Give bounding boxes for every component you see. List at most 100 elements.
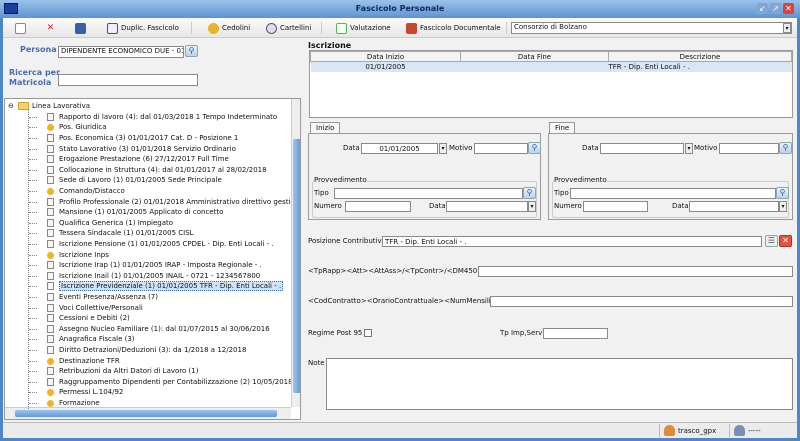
tree-item-label: Pos. Economica (3) 01/01/2017 Cat. D - P… — [59, 133, 238, 143]
user-info-icon — [734, 425, 745, 436]
scroll-thumb[interactable] — [293, 139, 301, 393]
codcontratto-label: <CodContratto><OrarioContrattuale><NumMe… — [308, 297, 504, 305]
document-icon — [47, 198, 54, 206]
save-button[interactable] — [75, 21, 86, 35]
numero-input[interactable] — [583, 201, 648, 212]
tree-line — [28, 109, 29, 409]
duplic-label: Duplic. Fascicolo — [121, 21, 179, 35]
document-icon — [47, 346, 54, 354]
posizione-list-button[interactable]: ☰ — [765, 235, 778, 247]
tree-connector — [29, 127, 37, 128]
delete-icon: ✕ — [45, 23, 56, 34]
duplic-fascicolo-button[interactable]: Duplic. Fascicolo — [107, 21, 179, 35]
tprapp-input[interactable] — [478, 266, 793, 277]
matricola-input[interactable] — [58, 74, 198, 86]
tipo-label: Tipo — [554, 189, 569, 197]
column-header[interactable]: Data Fine — [461, 52, 609, 62]
document-icon — [47, 304, 54, 312]
document-icon — [47, 145, 54, 153]
column-header[interactable]: Descrizione — [609, 52, 792, 62]
motivo-search-button[interactable]: ⚲ — [779, 142, 792, 154]
horizontal-scrollbar[interactable] — [5, 407, 291, 419]
provv-data-label: Data — [429, 202, 446, 210]
fine-motivo-input[interactable] — [719, 143, 779, 154]
expand-icon[interactable]: ⊖ — [8, 101, 14, 111]
valutazione-button[interactable]: Valutazione — [336, 21, 391, 35]
note-textarea[interactable] — [326, 358, 793, 410]
tree-connector — [29, 149, 37, 150]
persona-input[interactable]: DIPENDENTE ECONOMICO DUE - 01/0 — [58, 46, 184, 58]
ente-select-value: Consorzio di Bolzano — [514, 23, 587, 31]
date-dropdown-button[interactable]: ▾ — [528, 201, 536, 212]
user-icon — [664, 425, 675, 436]
provvedimento-group — [312, 181, 537, 218]
provv-data-label: Data — [672, 202, 689, 210]
delete-button[interactable]: ✕ — [45, 21, 56, 35]
inizio-data-input[interactable] — [361, 143, 438, 154]
numero-input[interactable] — [345, 201, 411, 212]
document-icon — [47, 134, 54, 142]
tprapp-label: <TpRapp><Att><AttAss>/<TpContr>/<DM4507> — [308, 267, 488, 275]
vertical-scrollbar[interactable] — [291, 99, 301, 407]
tree-connector — [29, 382, 37, 383]
inizio-panel: Data ▾ Motivo ⚲ Provvedimento Tipo ⚲ Num… — [308, 133, 541, 220]
codcontratto-input[interactable] — [490, 296, 793, 307]
tree-connector — [29, 276, 37, 277]
tree-connector — [29, 233, 37, 234]
posizione-clear-button[interactable]: ✕ — [779, 235, 792, 247]
document-icon — [47, 155, 54, 163]
tree-view: ⊖ Linea Lavorativa Rapporto di lavoro (4… — [4, 98, 301, 420]
bullet-icon — [47, 358, 54, 365]
fascicolo-documentale-button[interactable]: Fascicolo Documentale — [406, 21, 501, 35]
document-icon — [47, 113, 54, 121]
bullet-icon — [47, 188, 54, 195]
tree-item-label: Permessi L.104/92 — [59, 387, 123, 397]
date-dropdown-button[interactable]: ▾ — [779, 201, 787, 212]
document-icon — [47, 208, 54, 216]
tpimp-input[interactable] — [543, 328, 608, 339]
tipo-input[interactable] — [334, 188, 523, 199]
date-dropdown-button[interactable]: ▾ — [685, 143, 693, 154]
provv-data-input[interactable] — [446, 201, 528, 212]
tipo-search-button[interactable]: ⚲ — [776, 187, 789, 199]
tipo-input[interactable] — [570, 188, 776, 199]
fine-data-label: Data — [582, 144, 599, 152]
tree-connector — [29, 265, 37, 266]
scroll-thumb[interactable] — [15, 410, 277, 417]
cartellini-button[interactable]: Cartellini — [266, 21, 311, 35]
ente-select[interactable]: Consorzio di Bolzano▾ — [511, 22, 792, 34]
regime-checkbox[interactable] — [364, 329, 372, 337]
tree-connector — [29, 392, 37, 393]
document-icon — [47, 314, 54, 322]
date-dropdown-button[interactable]: ▾ — [439, 143, 447, 154]
window-title: Fascicolo Personale — [356, 4, 445, 13]
tree-connector — [29, 170, 37, 171]
search-icon: ⚲ — [527, 188, 533, 197]
cell-descrizione: TFR - Dip. Enti Locali - . — [609, 62, 792, 72]
duplicate-icon — [107, 23, 118, 34]
inizio-data-label: Data — [343, 144, 360, 152]
motivo-search-button[interactable]: ⚲ — [528, 142, 541, 154]
document-icon — [47, 378, 54, 386]
tree-item-label: Mansione (1) 01/01/2005 Applicato di con… — [59, 207, 223, 217]
close-button[interactable]: ✕ — [783, 3, 794, 14]
minimize-button[interactable]: ↙ — [757, 3, 768, 14]
column-header[interactable]: Data Inizio — [311, 52, 461, 62]
fine-data-input[interactable] — [600, 143, 684, 154]
iscrizione-table: Data Inizio Data Fine Descrizione 01/01/… — [309, 50, 793, 118]
restore-button[interactable]: ↗ — [770, 3, 781, 14]
cell-data-fine — [461, 62, 609, 72]
cedolini-label: Cedolini — [222, 21, 250, 35]
tree-item-label: Raggruppamento Dipendenti per Contabiliz… — [59, 377, 301, 387]
new-button[interactable] — [15, 21, 26, 35]
numero-label: Numero — [314, 202, 342, 210]
numero-label: Numero — [554, 202, 582, 210]
persona-search-button[interactable]: ⚲ — [185, 45, 198, 57]
posizione-input[interactable] — [382, 236, 762, 247]
cedolini-button[interactable]: Cedolini — [208, 21, 250, 35]
provv-data-input[interactable] — [689, 201, 779, 212]
inizio-motivo-input[interactable] — [474, 143, 528, 154]
tipo-search-button[interactable]: ⚲ — [523, 187, 536, 199]
table-row[interactable]: 01/01/2005 TFR - Dip. Enti Locali - . — [311, 62, 792, 72]
document-icon — [47, 261, 54, 269]
